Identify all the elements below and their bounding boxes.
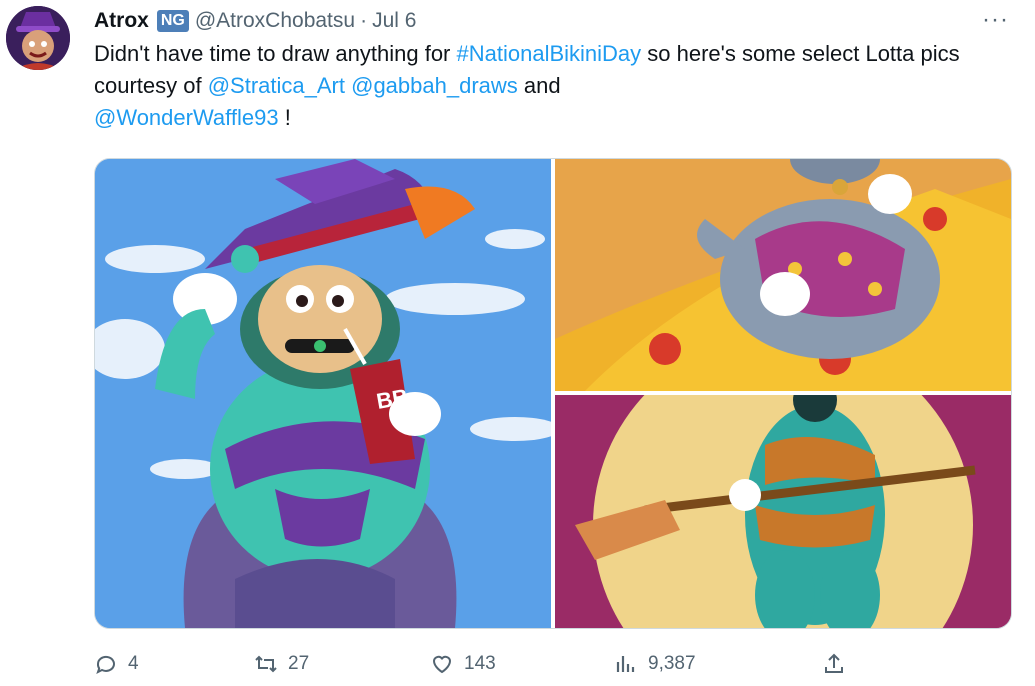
reply-icon (96, 655, 115, 674)
text-part: Didn't have time to draw anything for (94, 41, 457, 66)
more-options-icon[interactable]: ··· (982, 6, 1009, 34)
reply-button[interactable]: 4 (94, 644, 139, 684)
mention-link[interactable]: @WonderWaffle93 (94, 105, 279, 130)
retweet-button[interactable]: 27 (254, 644, 309, 684)
like-button[interactable]: 143 (430, 644, 496, 684)
witch-bear-illustration: BB (95, 159, 551, 628)
mention-link[interactable]: @Stratica_Art (208, 73, 345, 98)
broom-moon-illustration (555, 395, 1011, 628)
pizza-float-illustration (555, 159, 1011, 391)
media-image-3[interactable] (555, 395, 1011, 628)
heart-icon (432, 655, 452, 674)
hashtag-link[interactable]: #NationalBikiniDay (457, 41, 642, 66)
text-part: and (517, 73, 561, 98)
author-name[interactable]: Atrox (94, 9, 149, 33)
action-bar: 4 27 143 9,387 (94, 644, 854, 684)
header-separator: · (360, 9, 368, 32)
retweet-count: 27 (288, 653, 310, 674)
mention-link[interactable]: @gabbah_draws (351, 73, 518, 98)
like-count: 143 (464, 653, 496, 674)
author-handle[interactable]: @AtroxChobatsu (195, 9, 355, 33)
tweet-text: Didn't have time to draw anything for #N… (94, 38, 994, 134)
media-grid: BB (94, 158, 1012, 629)
retweet-icon (255, 655, 277, 673)
tweet-header: Atrox NG @AtroxChobatsu · Jul 6 (94, 6, 416, 36)
share-icon (825, 653, 843, 673)
reply-count: 4 (128, 653, 139, 674)
avatar-image (6, 6, 70, 70)
views-button[interactable]: 9,387 (614, 644, 696, 684)
affiliate-badge[interactable]: NG (156, 10, 189, 32)
text-part: ! (278, 105, 291, 130)
avatar[interactable] (6, 6, 70, 70)
media-image-2[interactable] (555, 159, 1011, 391)
share-button[interactable] (822, 644, 856, 684)
media-image-1[interactable]: BB (95, 159, 551, 628)
views-chart-icon (616, 656, 635, 672)
views-count: 9,387 (648, 653, 696, 674)
tweet-date[interactable]: Jul 6 (372, 9, 416, 33)
